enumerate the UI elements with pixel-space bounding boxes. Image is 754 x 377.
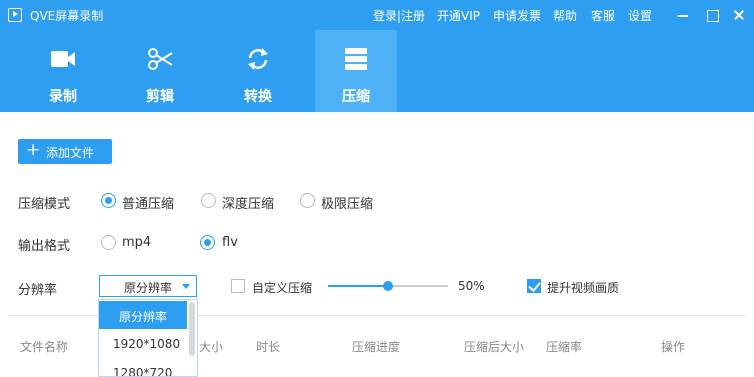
help-link[interactable]: 帮助: [553, 7, 577, 24]
enhance-quality-checkbox[interactable]: [527, 279, 541, 293]
stack-icon: [345, 48, 367, 70]
refresh-icon: [248, 48, 268, 70]
tool-compress-label: 压缩: [342, 89, 370, 105]
tool-cut[interactable]: 剪辑: [119, 30, 201, 112]
open-vip-link[interactable]: 开通VIP: [437, 7, 480, 24]
radio-extreme-compress[interactable]: [300, 193, 315, 208]
settings-link[interactable]: 设置: [628, 7, 652, 24]
custom-compress-label: 自定义压缩: [252, 281, 313, 295]
video-camera-icon: [51, 51, 75, 67]
apply-invoice-link[interactable]: 申请发票: [493, 7, 541, 24]
resolution-option-label: 1920*1080: [113, 337, 181, 351]
compress-slider-thumb[interactable]: [383, 281, 393, 291]
resolution-dropdown-list: 原分辨率 1920*1080 1280*720: [98, 299, 198, 377]
mp4-label: mp4: [122, 235, 152, 250]
extreme-compress-label: 极限压缩: [321, 197, 374, 212]
dropdown-scrollbar[interactable]: [189, 302, 195, 356]
column-header-compressed-size: 压缩后大小: [464, 340, 525, 354]
maximize-button[interactable]: [702, 5, 722, 25]
radio-flv[interactable]: [200, 235, 215, 250]
minimize-button[interactable]: [673, 5, 693, 25]
tool-record[interactable]: 录制: [22, 30, 104, 112]
main-toolbar: 录制 剪辑 转换 压缩: [0, 30, 754, 112]
column-header-ratio: 压缩率: [546, 340, 583, 354]
plus-icon: +: [26, 140, 41, 160]
radio-normal-compress[interactable]: [101, 193, 116, 208]
resolution-option[interactable]: 1920*1080: [99, 330, 187, 358]
resolution-option-label: 原分辨率: [119, 310, 168, 324]
resolution-select-value: 原分辨率: [124, 281, 173, 295]
resolution-label: 分辨率: [18, 283, 58, 298]
resolution-select[interactable]: 原分辨率: [99, 275, 197, 297]
tool-convert-label: 转换: [244, 89, 272, 105]
column-header-duration: 时长: [256, 340, 281, 354]
tool-record-label: 录制: [49, 89, 77, 105]
compress-slider-fill: [328, 285, 388, 287]
column-header-filename: 文件名称: [20, 340, 69, 354]
compress-mode-label: 压缩模式: [18, 197, 71, 212]
title-bar: QVE屏幕录制 登录|注册 开通VIP 申请发票 帮助 客服 设置: [0, 0, 754, 30]
custom-compress-checkbox[interactable]: [231, 279, 245, 293]
deep-compress-label: 深度压缩: [222, 197, 275, 212]
tool-convert[interactable]: 转换: [217, 30, 299, 112]
resolution-option[interactable]: 原分辨率: [99, 301, 187, 329]
flv-label: flv: [222, 235, 238, 250]
resolution-option[interactable]: 1280*720: [99, 359, 187, 377]
output-format-label: 输出格式: [18, 239, 71, 254]
radio-mp4[interactable]: [101, 235, 116, 250]
chevron-down-icon: [182, 284, 190, 289]
add-file-label: 添加文件: [46, 146, 95, 160]
tool-compress[interactable]: 压缩: [315, 30, 397, 112]
app-logo-icon: [8, 8, 22, 22]
add-file-button[interactable]: + 添加文件: [18, 139, 112, 164]
close-button[interactable]: [729, 5, 749, 25]
app-title: QVE屏幕录制: [30, 9, 104, 23]
compress-slider-value: 50%: [458, 279, 485, 293]
column-header-size: 大小: [199, 340, 224, 354]
column-header-progress: 压缩进度: [352, 340, 401, 354]
enhance-quality-label: 提升视频画质: [547, 281, 620, 295]
resolution-option-label: 1280*720: [113, 366, 173, 377]
compress-slider[interactable]: [328, 281, 448, 291]
customer-service-link[interactable]: 客服: [591, 7, 615, 24]
normal-compress-label: 普通压缩: [122, 197, 175, 212]
radio-deep-compress[interactable]: [201, 193, 216, 208]
column-header-actions: 操作: [661, 340, 686, 354]
tool-cut-label: 剪辑: [146, 89, 174, 105]
scissors-icon: [148, 48, 173, 70]
login-register-link[interactable]: 登录|注册: [373, 7, 425, 24]
